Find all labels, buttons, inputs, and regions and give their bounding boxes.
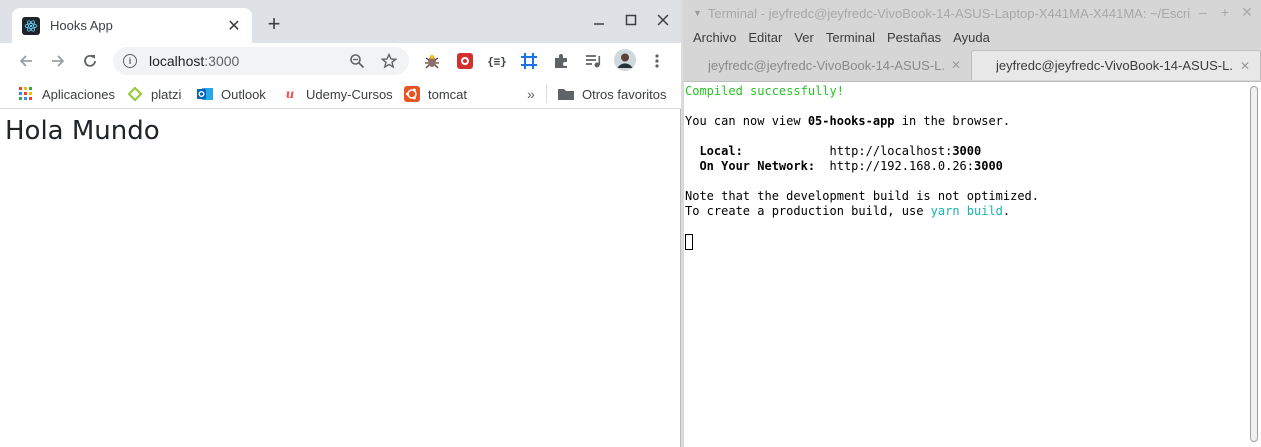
local-label: Local: — [685, 144, 743, 158]
back-arrow-icon[interactable] — [13, 48, 39, 74]
react-icon — [22, 16, 40, 35]
maximize-icon[interactable]: + — [1217, 4, 1233, 20]
terminal-tab-label: jeyfredc@jeyfredc-VivoBook-14-ASUS-L... — [708, 57, 945, 73]
red-extension-icon[interactable] — [455, 51, 475, 71]
terminal-output[interactable]: Compiled successfully! You can now view … — [684, 81, 1261, 447]
folder-icon — [558, 86, 574, 102]
bookmark-label: Otros favoritos — [582, 86, 667, 102]
bookmark-label: tomcat — [428, 86, 468, 102]
bookmarks-overflow-button[interactable]: » — [527, 84, 535, 104]
reload-icon[interactable] — [77, 48, 103, 74]
compiled-message: Compiled successfully! — [685, 84, 844, 98]
menu-pestanas[interactable]: Pestañas — [887, 30, 941, 45]
minimize-icon[interactable] — [587, 10, 611, 34]
apps-grid-icon — [18, 86, 34, 102]
terminal-titlebar[interactable]: ▼ Terminal - jeyfredc@jeyfredc-VivoBook-… — [683, 0, 1261, 26]
terminal-menubar: Archivo Editar Ver Terminal Pestañas Ayu… — [683, 26, 1261, 48]
page-viewport: Hola Mundo — [0, 110, 680, 447]
media-queue-icon[interactable] — [583, 51, 603, 71]
terminal-scrollbar[interactable] — [1250, 86, 1258, 442]
bookmark-platzi[interactable]: platzi — [127, 84, 181, 104]
terminal-tabs: jeyfredc@jeyfredc-VivoBook-14-ASUS-L... … — [683, 50, 1261, 80]
network-port: 3000 — [974, 159, 1003, 173]
output-text: To create a production build, use — [685, 204, 931, 218]
zoom-icon[interactable] — [347, 51, 367, 71]
bookmark-label: Aplicaciones — [42, 86, 115, 102]
chrome-menu-icon[interactable] — [647, 51, 667, 71]
url-text: localhost:3000 — [149, 53, 240, 69]
platzi-icon — [127, 86, 143, 102]
close-window-icon[interactable]: ✕ — [1239, 4, 1255, 21]
bookmark-udemy-cursos[interactable]: u Udemy-Cursos — [282, 84, 393, 104]
menu-editar[interactable]: Editar — [748, 30, 782, 45]
app-name: 05-hooks-app — [807, 114, 895, 128]
menu-ayuda[interactable]: Ayuda — [953, 30, 990, 45]
terminal-window: ▼ Terminal - jeyfredc@jeyfredc-VivoBook-… — [683, 0, 1261, 447]
output-text: You can now view — [685, 114, 808, 128]
ubuntu-icon — [404, 86, 420, 102]
page-heading: Hola Mundo — [5, 116, 160, 146]
bookmark-tomcat[interactable]: tomcat — [404, 84, 467, 104]
bookmarks-bar: Aplicaciones platzi Outlook u Udemy-Curs… — [0, 79, 681, 109]
bookmark-outlook[interactable]: Outlook — [197, 84, 266, 104]
menu-archivo[interactable]: Archivo — [693, 30, 736, 45]
menu-ver[interactable]: Ver — [794, 30, 814, 45]
bookmark-otros-favoritos[interactable]: Otros favoritos — [558, 84, 667, 104]
udemy-icon: u — [285, 87, 295, 101]
local-port: 3000 — [952, 144, 982, 158]
profile-avatar[interactable] — [614, 49, 636, 71]
bookmarks-divider — [546, 85, 547, 103]
tab-strip: Hooks App ✕ + — [0, 0, 681, 43]
new-tab-button[interactable]: + — [262, 12, 286, 36]
terminal-tab-1[interactable]: jeyfredc@jeyfredc-VivoBook-14-ASUS-L... … — [683, 50, 971, 80]
tab-close-icon[interactable]: ✕ — [226, 16, 242, 36]
close-tab-icon[interactable]: ✕ — [951, 58, 961, 72]
menu-terminal[interactable]: Terminal — [826, 30, 875, 45]
minimize-icon[interactable]: – — [1195, 4, 1211, 20]
site-info-icon[interactable]: i — [123, 54, 137, 68]
forward-arrow-icon[interactable] — [45, 48, 71, 74]
terminal-tab-label: jeyfredc@jeyfredc-VivoBook-14-ASUS-L... — [996, 58, 1234, 73]
network-url: http://192.168.0.26: — [829, 159, 975, 173]
extensions-puzzle-icon[interactable] — [551, 51, 571, 71]
bookmark-label: Udemy-Cursos — [306, 86, 393, 102]
maximize-icon[interactable] — [619, 10, 643, 34]
bug-extension-icon[interactable] — [422, 51, 442, 71]
desktop: Hooks App ✕ + i localhost:3000 {≡} Aplic… — [0, 0, 1261, 447]
window-menu-icon[interactable]: ▼ — [693, 8, 702, 18]
browser-toolbar: i localhost:3000 {≡} — [0, 43, 681, 79]
bookmark-star-icon[interactable] — [379, 51, 399, 71]
outlook-icon — [197, 86, 213, 102]
browser-window: Hooks App ✕ + i localhost:3000 {≡} Aplic… — [0, 0, 681, 447]
bookmark-aplicaciones[interactable]: Aplicaciones — [18, 84, 115, 104]
output-text: in the browser. — [894, 114, 1011, 128]
bookmark-label: Outlook — [221, 86, 266, 102]
yarn-build-command: yarn build — [930, 204, 1003, 218]
network-label: On Your Network: — [685, 159, 816, 173]
note-text: Note that the development build is not o… — [685, 189, 1040, 203]
terminal-cursor — [685, 234, 693, 250]
bookmark-label: platzi — [151, 86, 182, 102]
close-window-icon[interactable] — [651, 10, 675, 34]
output-text: . — [1002, 204, 1011, 218]
local-url: http://localhost: — [829, 144, 953, 158]
tab-title: Hooks App — [50, 18, 113, 33]
address-bar[interactable]: i localhost:3000 — [113, 47, 409, 75]
browser-tab-hooks-app[interactable]: Hooks App ✕ — [12, 8, 252, 43]
json-extension-icon[interactable]: {≡} — [487, 51, 507, 71]
close-tab-icon[interactable]: ✕ — [1240, 59, 1250, 73]
terminal-tab-2[interactable]: jeyfredc@jeyfredc-VivoBook-14-ASUS-L... … — [971, 50, 1261, 80]
terminal-title: Terminal - jeyfredc@jeyfredc-VivoBook-14… — [707, 5, 1191, 21]
grid-extension-icon[interactable] — [519, 51, 539, 71]
